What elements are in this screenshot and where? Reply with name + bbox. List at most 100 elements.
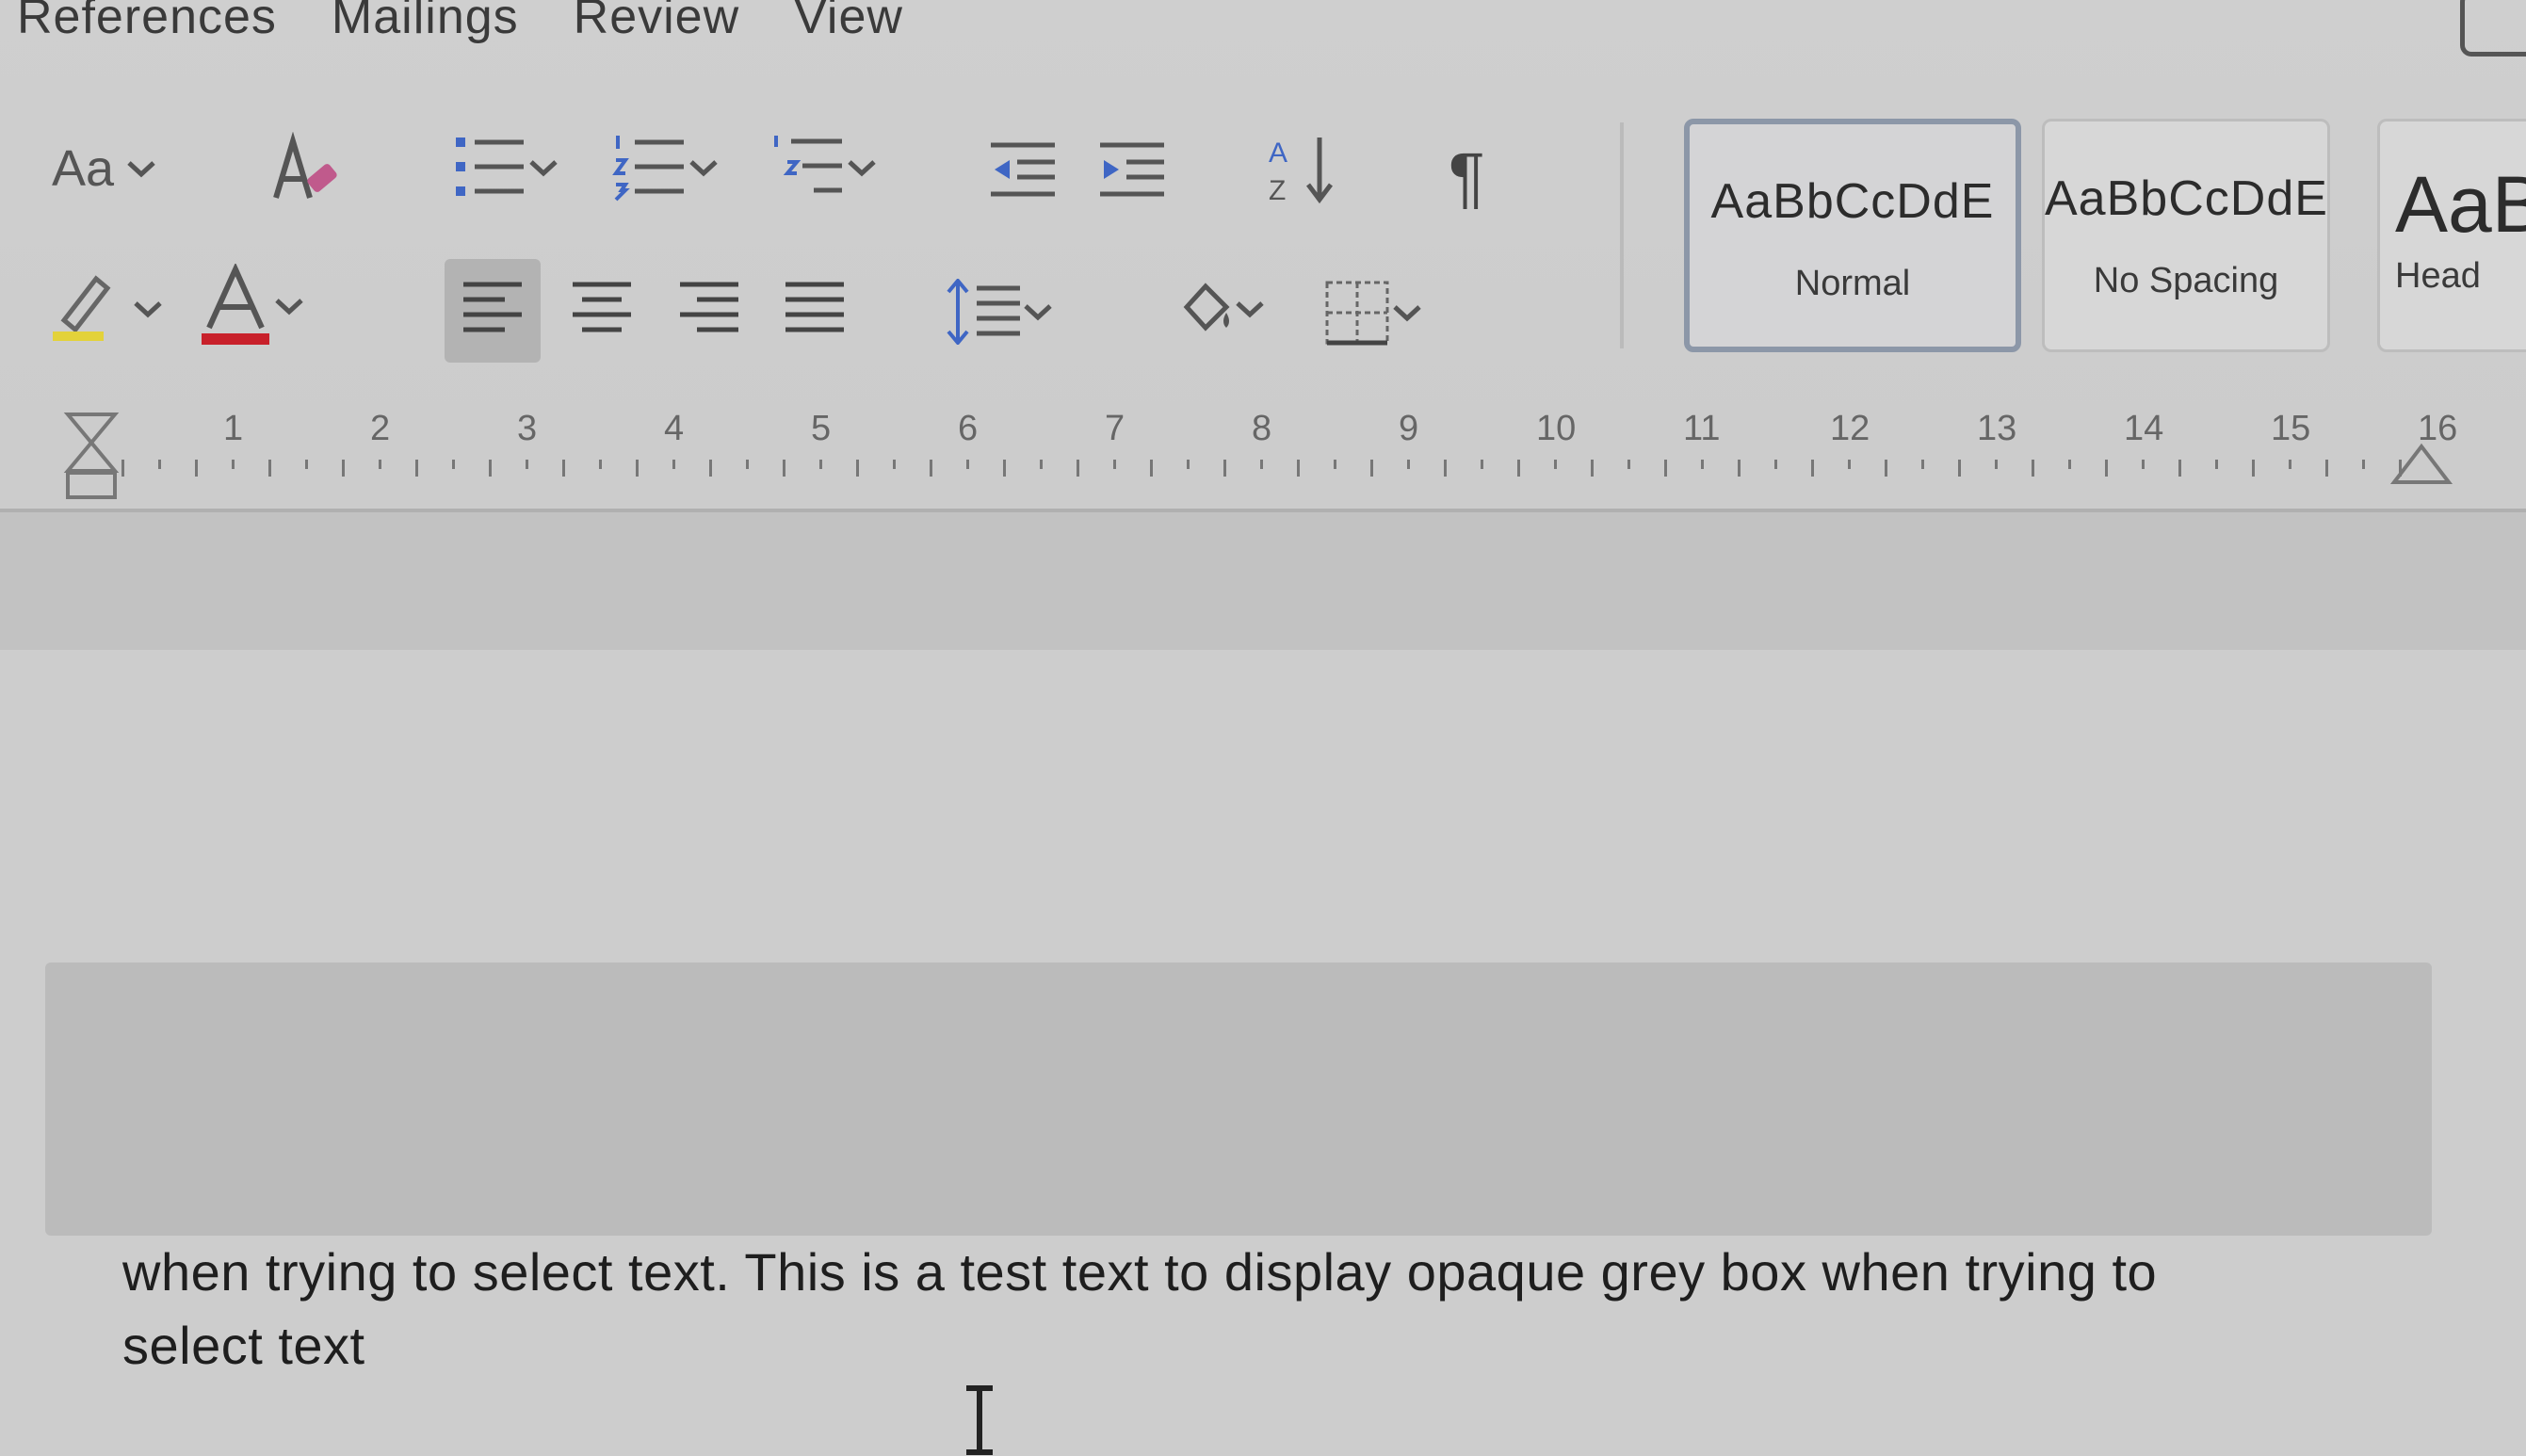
chevron-down-icon xyxy=(1236,301,1264,318)
change-case-button[interactable]: Aa xyxy=(52,139,157,198)
ruler-tick xyxy=(1517,460,1520,477)
tab-references[interactable]: References xyxy=(17,0,332,45)
increase-indent-icon xyxy=(1100,142,1164,197)
change-case-label: Aa xyxy=(52,140,115,197)
line-spacing-icon xyxy=(947,279,1020,345)
tab-review[interactable]: Review xyxy=(574,0,795,45)
align-center-button[interactable] xyxy=(571,279,633,339)
ruler-tick xyxy=(1921,460,1924,469)
chevron-down-icon xyxy=(134,301,162,318)
style-heading[interactable]: AaB Head xyxy=(2377,119,2526,352)
ruler-tick xyxy=(1003,460,1006,477)
justify-icon xyxy=(785,282,844,332)
style-no-spacing[interactable]: AaBbCcDdE No Spacing xyxy=(2042,119,2330,352)
ruler-tick xyxy=(1701,460,1704,469)
decrease-indent-icon xyxy=(991,142,1055,197)
tab-mailings[interactable]: Mailings xyxy=(332,0,574,45)
ruler-tick xyxy=(1187,460,1190,469)
highlight-button[interactable] xyxy=(47,271,164,347)
ruler-tick xyxy=(268,460,271,477)
align-right-button[interactable] xyxy=(678,279,740,339)
ruler-tick xyxy=(1444,460,1447,477)
align-right-icon xyxy=(680,282,738,332)
ruler-tick xyxy=(1554,460,1557,469)
svg-text:A: A xyxy=(1269,138,1287,169)
chevron-down-icon xyxy=(848,160,876,177)
chevron-down-icon xyxy=(1393,305,1421,322)
ruler-tick xyxy=(636,460,639,477)
style-name: Head xyxy=(2395,256,2481,296)
borders-button[interactable] xyxy=(1323,279,1423,347)
ibeam-cursor-icon xyxy=(966,1385,993,1455)
ruler-tick xyxy=(1958,460,1961,477)
ruler-tick xyxy=(1150,460,1153,477)
style-name: No Spacing xyxy=(2093,261,2279,300)
ruler-tick xyxy=(1848,460,1851,469)
indent-marker-icon[interactable] xyxy=(58,396,124,509)
justify-button[interactable] xyxy=(784,279,846,339)
chevron-down-icon xyxy=(529,160,558,177)
ruler-tick xyxy=(2325,460,2328,477)
ruler-number: 15 xyxy=(2271,409,2311,448)
ruler-tick xyxy=(1370,460,1373,477)
comment-icon[interactable] xyxy=(2460,0,2526,57)
style-sample: AaB xyxy=(2395,160,2526,249)
ruler-tick xyxy=(1077,460,1079,477)
pilcrow-icon: ¶ xyxy=(1449,140,1485,216)
ribbon-home: Aa A Z ¶ AaBbCcDdE Normal AaBbCcDdE No S… xyxy=(0,104,2526,377)
ruler-tick xyxy=(2032,460,2034,477)
ruler-tick xyxy=(599,460,602,469)
bullets-button[interactable] xyxy=(452,132,559,203)
ruler-number: 5 xyxy=(811,409,832,448)
shading-button[interactable] xyxy=(1177,279,1266,339)
document-body[interactable]: when trying to select text. This is a te… xyxy=(122,1236,2421,1383)
ruler-tick xyxy=(1407,460,1410,469)
ruler-number: 2 xyxy=(370,409,391,448)
horizontal-ruler[interactable]: 1 2 3 4 5 6 7 8 9 10 11 12 13 14 15 16 xyxy=(0,377,2526,504)
ruler-number: 4 xyxy=(664,409,685,448)
clear-formatting-button[interactable] xyxy=(268,132,344,207)
numbering-button[interactable] xyxy=(612,132,720,203)
ribbon-separator xyxy=(1620,122,1624,348)
ruler-tick xyxy=(1738,460,1741,477)
ruler-tick xyxy=(2215,460,2218,469)
borders-icon xyxy=(1325,281,1389,346)
multilevel-list-button[interactable] xyxy=(770,132,878,203)
ruler-tick xyxy=(1774,460,1777,469)
multilevel-list-icon xyxy=(774,136,842,193)
ruler-tick xyxy=(562,460,565,477)
ruler-tick xyxy=(746,460,749,469)
align-left-button[interactable] xyxy=(461,279,524,339)
ruler-tick xyxy=(893,460,896,469)
ruler-tick xyxy=(2178,460,2181,477)
document-line: when trying to select text. This is a te… xyxy=(122,1242,2158,1302)
ruler-tick xyxy=(709,460,712,477)
ruler-tick xyxy=(2289,460,2291,469)
ruler-tick xyxy=(2362,460,2365,469)
ruler-tick xyxy=(195,460,198,477)
ruler-tick xyxy=(342,460,345,477)
ruler-tick xyxy=(1481,460,1483,469)
font-color-button[interactable] xyxy=(198,264,305,348)
ruler-tick xyxy=(1885,460,1887,477)
ruler-tick xyxy=(452,460,455,469)
ruler-tick xyxy=(305,460,308,469)
show-formatting-button[interactable]: ¶ xyxy=(1449,139,1485,217)
highlighter-icon xyxy=(53,275,111,341)
increase-indent-button[interactable] xyxy=(1098,139,1166,200)
tab-view[interactable]: View xyxy=(794,0,958,45)
decrease-indent-button[interactable] xyxy=(989,139,1057,200)
word-window: References Mailings Review View Aa A Z ¶… xyxy=(0,0,2526,1456)
chevron-down-icon xyxy=(689,160,718,177)
sort-az-icon: A Z xyxy=(1269,138,1333,206)
ruler-tick xyxy=(2068,460,2071,469)
ruler-tick xyxy=(1260,460,1263,469)
ruler-number: 10 xyxy=(1536,409,1577,448)
ruler-number: 14 xyxy=(2124,409,2164,448)
sort-button[interactable]: A Z xyxy=(1267,132,1342,207)
line-spacing-button[interactable] xyxy=(947,279,1054,345)
right-indent-marker-icon[interactable] xyxy=(2388,435,2454,492)
ruler-tick xyxy=(1297,460,1300,477)
style-normal[interactable]: AaBbCcDdE Normal xyxy=(1684,119,2021,352)
ruler-number: 3 xyxy=(517,409,538,448)
